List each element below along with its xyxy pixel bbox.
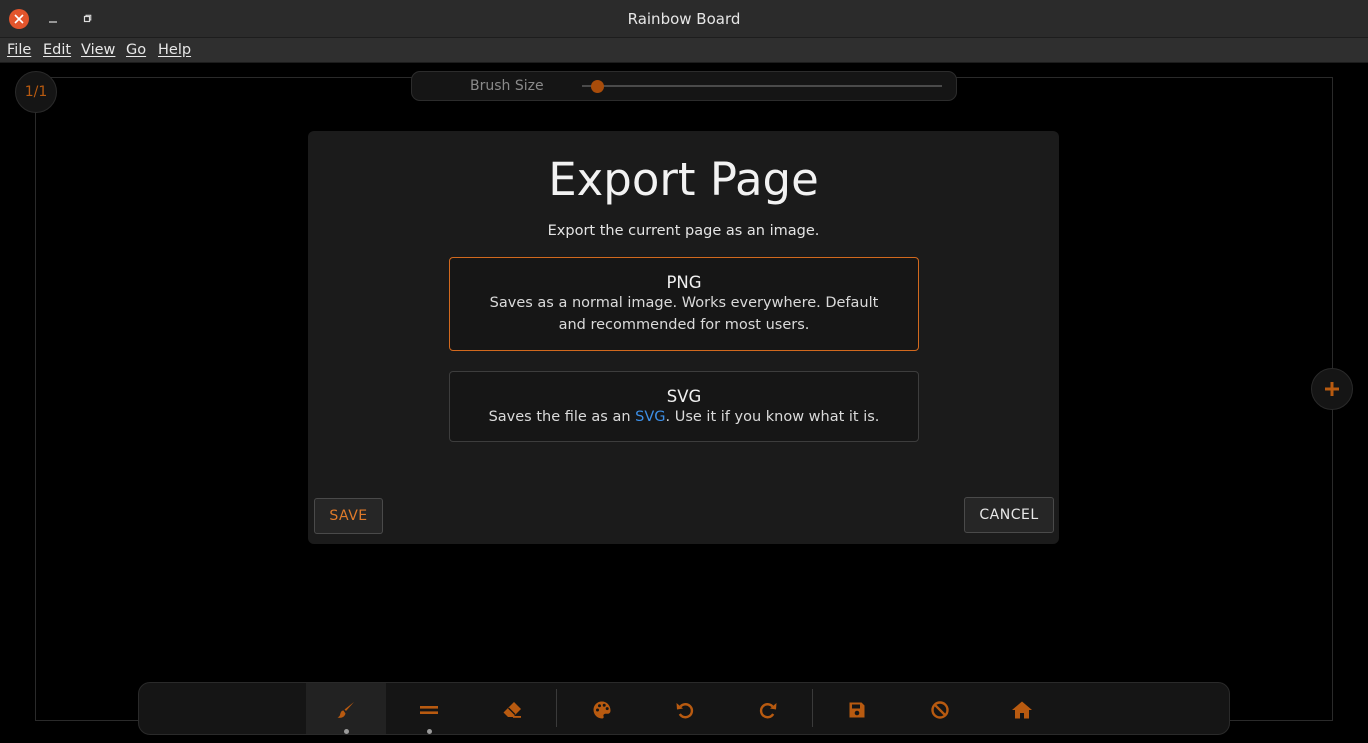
menu-help[interactable]: Help — [158, 42, 191, 58]
export-dialog: Export Page Export the current page as a… — [308, 131, 1059, 544]
brush-size-label: Brush Size — [470, 78, 544, 94]
brush-icon — [337, 701, 354, 718]
plus-icon — [1325, 382, 1339, 396]
dialog-subtitle: Export the current page as an image. — [547, 223, 820, 239]
menu-view[interactable]: View — [81, 42, 115, 58]
menu-go[interactable]: Go — [126, 42, 146, 58]
cancel-button[interactable]: CANCEL — [964, 497, 1054, 533]
tool-indicator — [427, 729, 432, 734]
toolbar-separator — [812, 689, 813, 727]
bottom-toolbar — [138, 682, 1230, 735]
brush-tool-button[interactable] — [306, 683, 386, 734]
toolbar-separator — [556, 689, 557, 727]
menu-bar: File Edit View Go Help — [0, 38, 1368, 63]
clear-icon — [931, 700, 949, 719]
brush-size-panel: Brush Size — [411, 71, 957, 101]
brush-size-slider-handle[interactable] — [591, 80, 605, 93]
title-bar: Rainbow Board — [0, 0, 1368, 38]
png-option-description: Saves as a normal image. Works everywher… — [489, 295, 879, 333]
clear-canvas-button[interactable] — [900, 683, 980, 734]
svg-link[interactable]: SVG — [635, 409, 665, 425]
svg-option[interactable]: SVG Saves the file as an SVG. Use it if … — [449, 371, 919, 442]
png-option[interactable]: PNG Saves as a normal image. Works every… — [449, 257, 919, 351]
menu-file[interactable]: File — [7, 42, 31, 58]
home-button[interactable] — [982, 683, 1062, 734]
png-option-title: PNG — [666, 273, 702, 292]
redo-icon — [759, 702, 777, 718]
undo-icon — [676, 702, 694, 718]
active-tool-indicator — [344, 729, 349, 734]
home-icon — [1012, 701, 1032, 718]
color-picker-button[interactable] — [562, 683, 642, 734]
svg-description-suffix: . Use it if you know what it is. — [665, 409, 880, 425]
page-counter: 1/1 — [15, 71, 57, 113]
save-button[interactable]: SAVE — [314, 498, 383, 534]
line-tool-button[interactable] — [389, 683, 469, 734]
svg-option-description: Saves the file as an SVG. Use it if you … — [450, 406, 918, 428]
eraser-icon — [503, 701, 521, 718]
svg-option-title: SVG — [666, 387, 702, 406]
dialog-title: Export Page — [548, 153, 819, 206]
palette-icon — [593, 701, 611, 718]
save-tool-button[interactable] — [817, 683, 897, 734]
eraser-tool-button[interactable] — [472, 683, 552, 734]
brush-size-slider[interactable] — [582, 85, 942, 87]
menu-edit[interactable]: Edit — [43, 42, 71, 58]
svg-description-prefix: Saves the file as an — [488, 409, 636, 425]
line-icon — [420, 705, 438, 714]
save-icon — [849, 702, 865, 717]
add-page-button[interactable] — [1311, 368, 1353, 410]
undo-button[interactable] — [645, 683, 725, 734]
redo-button[interactable] — [728, 683, 808, 734]
window-title: Rainbow Board — [627, 10, 741, 28]
